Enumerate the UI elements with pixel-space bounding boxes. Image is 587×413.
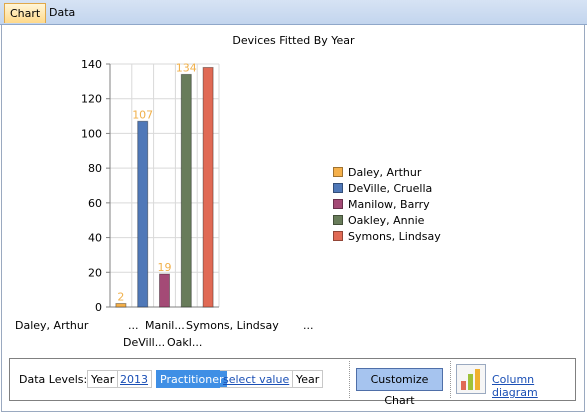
- x-category-label: Daley, Arthur: [15, 319, 89, 332]
- x-category-label: ...: [128, 319, 139, 332]
- bar-chart: 0 20 40 60 80 100 120 140 2 107 19 134: [81, 58, 220, 314]
- legend-item: Manilow, Barry: [333, 196, 441, 212]
- x-category-label: Oakl...: [167, 336, 203, 349]
- bar-1: [115, 303, 127, 308]
- legend-swatch: [333, 215, 343, 225]
- legend-swatch: [333, 167, 343, 177]
- x-category-label: DeVill...: [123, 336, 166, 349]
- bar-data-label: 134: [176, 61, 197, 74]
- legend-item: Daley, Arthur: [333, 164, 441, 180]
- y-tick-label: 20: [88, 266, 102, 279]
- y-tick-label: 0: [95, 301, 102, 314]
- column-diagram-icon[interactable]: [456, 364, 486, 394]
- legend-swatch: [333, 183, 343, 193]
- legend-item: DeVille, Cruella: [333, 180, 441, 196]
- customize-chart-button[interactable]: Customize Chart: [356, 368, 443, 407]
- data-levels-toolbar: Data Levels: Year 2013 Practitioner sele…: [9, 358, 576, 407]
- toolbar-separator: [349, 361, 351, 398]
- legend-label: Manilow, Barry: [348, 197, 430, 211]
- practitioner-value-link[interactable]: select value: [220, 370, 294, 388]
- bar-3: [159, 273, 170, 308]
- y-tick-label: 140: [81, 58, 102, 71]
- legend-item: Oakley, Annie: [333, 212, 441, 228]
- bar-5: [202, 66, 214, 308]
- x-category-label: Symons, Lindsay: [186, 319, 279, 332]
- toolbar-separator: [450, 361, 452, 398]
- data-levels-label: Data Levels:: [19, 373, 88, 386]
- chart-legend: Daley, Arthur DeVille, Cruella Manilow, Ba…: [333, 164, 441, 244]
- year-value-link[interactable]: 2013: [117, 370, 152, 388]
- y-tick-label: 80: [88, 162, 102, 175]
- y-tick-label: 100: [81, 127, 102, 140]
- x-category-label: ...: [303, 319, 314, 332]
- legend-swatch: [333, 231, 343, 241]
- practitioner-level-chip[interactable]: Practitioner: [156, 370, 228, 388]
- y-tick-label: 40: [88, 232, 102, 245]
- year-level-chip-2[interactable]: Year: [292, 370, 324, 388]
- x-category-label: Manil...: [145, 319, 185, 332]
- legend-swatch: [333, 199, 343, 209]
- bar-data-label: 19: [158, 261, 172, 274]
- legend-label: Daley, Arthur: [348, 165, 422, 179]
- bar-4: [180, 73, 192, 308]
- y-tick-label: 60: [88, 197, 102, 210]
- bar-2: [137, 120, 149, 308]
- bar-data-label: 2: [117, 291, 124, 304]
- legend-label: Oakley, Annie: [348, 213, 425, 227]
- legend-item: Symons, Lindsay: [333, 228, 441, 244]
- y-tick-label: 120: [81, 93, 102, 106]
- column-diagram-link[interactable]: Column diagram: [492, 373, 575, 399]
- year-level-chip[interactable]: Year: [87, 370, 119, 388]
- legend-label: DeVille, Cruella: [348, 181, 433, 195]
- legend-label: Symons, Lindsay: [348, 229, 441, 243]
- bar-data-label: 107: [132, 108, 153, 121]
